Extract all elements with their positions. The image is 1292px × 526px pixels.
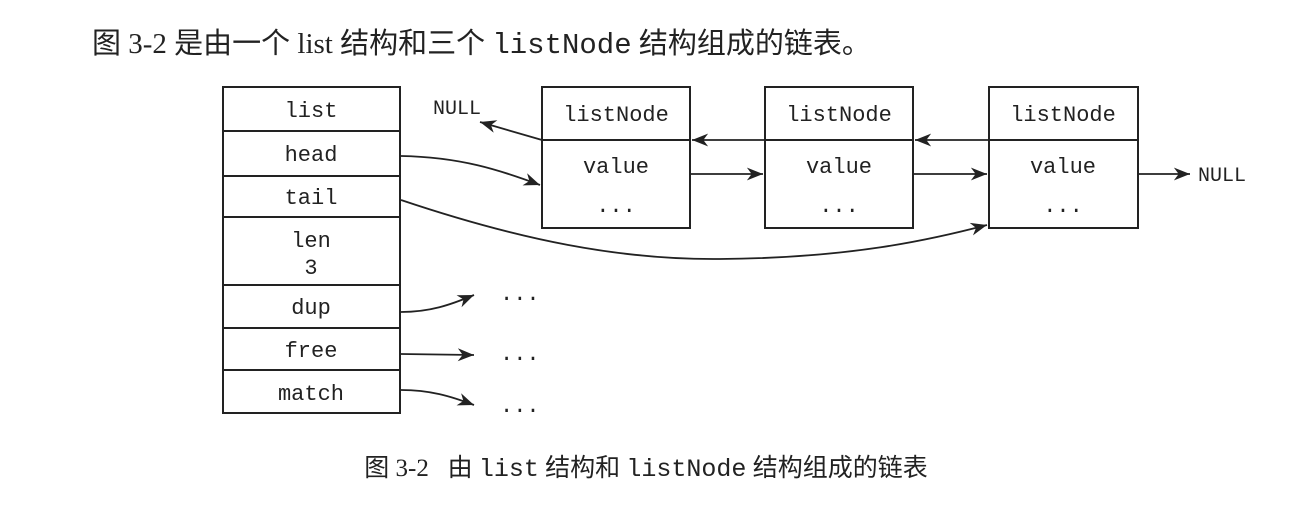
tail-arrow — [400, 199, 988, 260]
node-3-more: ... — [1043, 194, 1083, 219]
free-target: ... — [500, 342, 540, 367]
caption-text: 由 — [447, 455, 479, 482]
list-field-tail: tail — [285, 186, 338, 211]
caption-code: list — [478, 455, 539, 484]
document-page: 图 3-2 是由一个 list 结构和三个 listNode 结构组成的链表。 … — [0, 0, 1292, 526]
node-1-value: value — [583, 155, 649, 180]
prev-arrow-null — [479, 120, 543, 141]
node-1-title: listNode — [563, 103, 669, 128]
list-field-len: len — [291, 229, 331, 254]
head-arrow — [400, 155, 541, 186]
match-arrow — [400, 389, 475, 406]
node-1-more: ... — [596, 194, 636, 219]
node-3-value: value — [1030, 155, 1096, 180]
node-2-title: listNode — [786, 103, 892, 128]
null-left: NULL — [433, 98, 481, 121]
dup-target: ... — [500, 282, 540, 307]
match-target: ... — [500, 394, 540, 419]
caption-text: 结构和 — [538, 455, 627, 482]
figure-caption: 图 3-2 由 list 结构和 listNode 结构组成的链表 — [0, 448, 1292, 484]
caption-number: 图 3-2 — [364, 455, 429, 482]
list-field-list: list — [285, 99, 338, 124]
list-field-match: match — [278, 382, 344, 407]
list-field-free: free — [285, 339, 338, 364]
node-2-value: value — [806, 155, 872, 180]
list-field-len-value: 3 — [304, 256, 317, 281]
list-field-head: head — [285, 143, 338, 168]
node-3-title: listNode — [1010, 103, 1116, 128]
null-right: NULL — [1198, 165, 1246, 188]
dup-arrow — [400, 294, 475, 313]
list-field-dup: dup — [291, 296, 331, 321]
caption-text: 结构组成的链表 — [746, 455, 928, 482]
caption-code: listNode — [626, 455, 747, 484]
node-2-more: ... — [819, 194, 859, 219]
free-arrow — [400, 348, 475, 362]
